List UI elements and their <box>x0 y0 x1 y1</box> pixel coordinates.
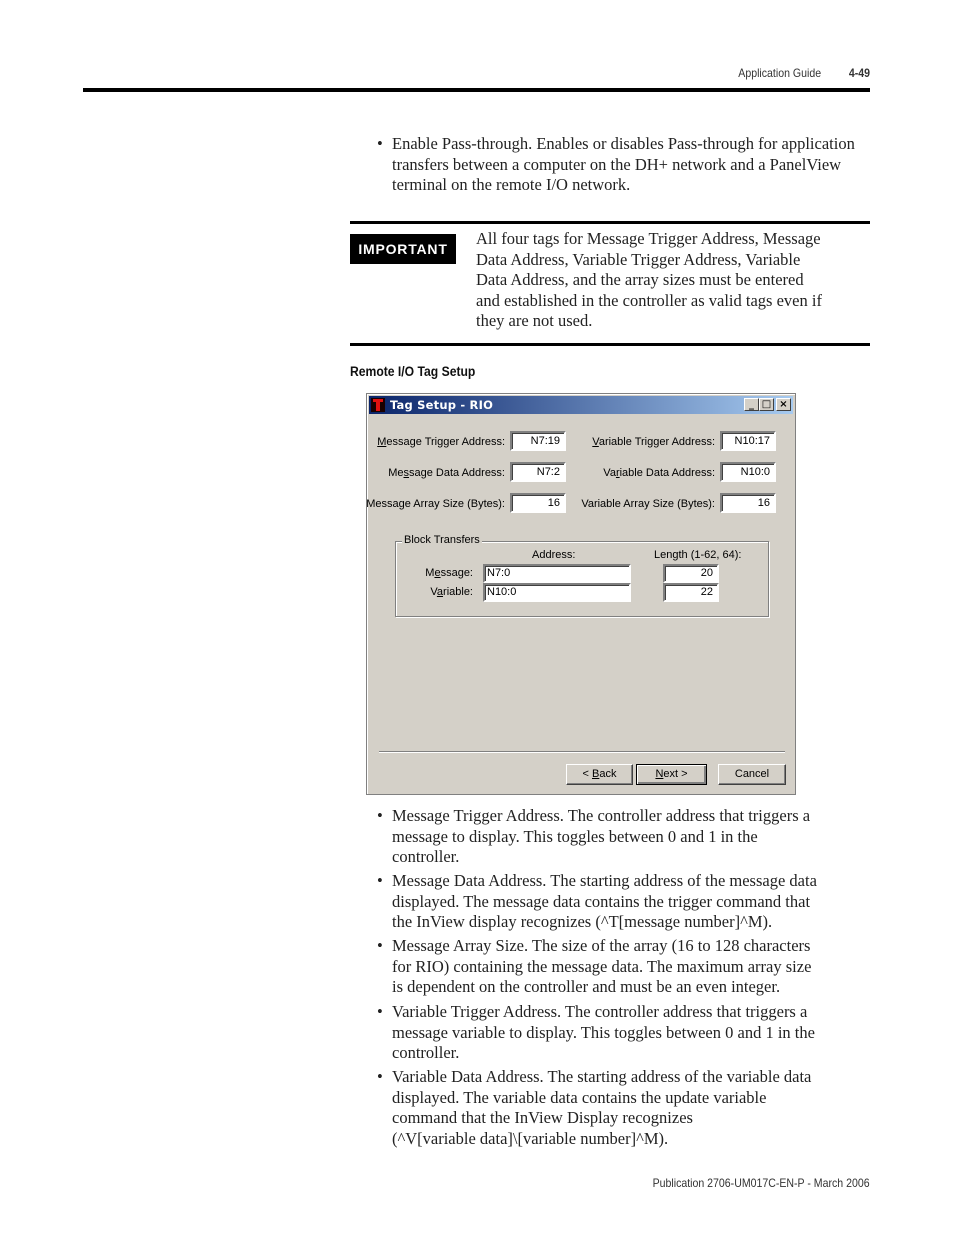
intro-bullet-text: Enable Pass-through. Enables or disables… <box>392 134 855 194</box>
back-button[interactable]: < Back <box>566 764 633 785</box>
bullet-message-data-address: • Message Data Address. The starting add… <box>377 871 872 933</box>
length-column-header: Length (1-62, 64): <box>654 549 742 561</box>
bullet-line: the InView display recognizes (^T[messag… <box>392 912 773 931</box>
bullet-icon: • <box>377 1002 383 1021</box>
dialog-titlebar[interactable]: Tag Setup - RIO _ □ × <box>369 396 793 414</box>
publication-footer: Publication 2706-UM017C-EN-P - March 200… <box>653 1176 870 1190</box>
bullet-icon: • <box>377 1067 383 1086</box>
bullet-line: message to display. This toggles between… <box>392 826 758 846</box>
cancel-button[interactable]: Cancel <box>718 764 786 785</box>
bullet-line: displayed. The variable data contains th… <box>392 1087 767 1107</box>
app-icon <box>371 398 385 412</box>
bullet-line: Message Trigger Address. The controller … <box>392 806 811 825</box>
important-line: they are not used. <box>476 311 593 330</box>
dialog-separator <box>379 751 785 753</box>
variable-trigger-address-label: Variable Trigger Address: <box>592 436 715 448</box>
variable-data-address-input[interactable]: N10:0 <box>720 462 776 482</box>
bullet-line: controller. <box>392 847 460 866</box>
important-text: All four tags for Message Trigger Addres… <box>476 229 876 332</box>
variable-data-address-label: Variable Data Address: <box>603 467 715 479</box>
close-button[interactable]: × <box>776 398 791 411</box>
variable-array-size-label: Variable Array Size (Bytes): <box>581 498 715 510</box>
bullet-message-array-size: • Message Array Size. The size of the ar… <box>377 936 872 998</box>
page-number: 4-49 <box>848 66 870 80</box>
bullet-line: for RIO) containing the message data. Th… <box>392 956 812 976</box>
important-line: and established in the controller as val… <box>476 290 822 310</box>
important-badge: IMPORTANT <box>350 234 456 264</box>
variable-trigger-address-input[interactable]: N10:17 <box>720 431 776 451</box>
address-column-header: Address: <box>532 549 576 561</box>
block-variable-label: Variable: <box>430 586 473 598</box>
bullet-line: is dependent on the controller and must … <box>392 977 781 996</box>
next-button[interactable]: Next > <box>636 764 707 785</box>
bullet-icon: • <box>377 871 383 890</box>
block-transfers-title: Block Transfers <box>402 534 482 546</box>
bullet-variable-trigger-address: • Variable Trigger Address. The controll… <box>377 1002 872 1064</box>
message-array-size-input[interactable]: 16 <box>510 493 566 513</box>
block-message-address-input[interactable]: N7:0 <box>483 564 631 583</box>
bullet-line: displayed. The message data contains the… <box>392 891 811 911</box>
bullet-line: controller. <box>392 1043 460 1062</box>
message-data-address-label: Message Data Address: <box>388 467 505 479</box>
tag-setup-dialog: Tag Setup - RIO _ □ × Message Trigger Ad… <box>366 393 796 795</box>
message-trigger-address-input[interactable]: N7:19 <box>510 431 566 451</box>
message-trigger-address-label: Message Trigger Address: <box>377 436 505 448</box>
intro-bullet: • Enable Pass-through. Enables or disabl… <box>377 134 872 196</box>
block-message-label: Message: <box>425 567 473 579</box>
bullet-icon: • <box>377 936 383 955</box>
important-top-rule <box>350 221 870 224</box>
bullet-icon: • <box>377 806 383 825</box>
dialog-title: Tag Setup - RIO <box>390 398 494 412</box>
block-variable-address-input[interactable]: N10:0 <box>483 583 631 602</box>
bullet-message-trigger-address: • Message Trigger Address. The controlle… <box>377 806 872 868</box>
header-rule <box>83 88 870 92</box>
running-header-section: Application Guide <box>738 66 821 80</box>
variable-array-size-input[interactable]: 16 <box>720 493 776 513</box>
bullet-line: Message Data Address. The starting addre… <box>392 871 817 890</box>
bullet-line: (^V[variable data]\[variable number]^M). <box>392 1128 669 1148</box>
message-array-size-label: Message Array Size (Bytes): <box>366 498 505 510</box>
section-title: Remote I/O Tag Setup <box>350 364 476 379</box>
important-line: Data Address, and the array sizes must b… <box>476 270 804 289</box>
maximize-button[interactable]: □ <box>759 398 774 411</box>
important-bottom-rule <box>350 343 870 346</box>
bullet-line: Variable Data Address. The starting addr… <box>392 1067 812 1086</box>
minimize-button[interactable]: _ <box>744 398 759 411</box>
important-line: All four tags for Message Trigger Addres… <box>476 229 821 248</box>
block-message-length-input[interactable]: 20 <box>663 564 719 583</box>
bullet-line: message variable to display. This toggle… <box>392 1022 815 1042</box>
important-line: Data Address, Variable Trigger Address, … <box>476 249 801 269</box>
bullet-line: Variable Trigger Address. The controller… <box>392 1002 808 1021</box>
bullet-line: Message Array Size. The size of the arra… <box>392 936 811 955</box>
bullet-variable-data-address: • Variable Data Address. The starting ad… <box>377 1067 872 1149</box>
bullet-icon: • <box>377 134 383 153</box>
bullet-line: command that the InView Display recogniz… <box>392 1108 693 1127</box>
block-variable-length-input[interactable]: 22 <box>663 583 719 602</box>
message-data-address-input[interactable]: N7:2 <box>510 462 566 482</box>
